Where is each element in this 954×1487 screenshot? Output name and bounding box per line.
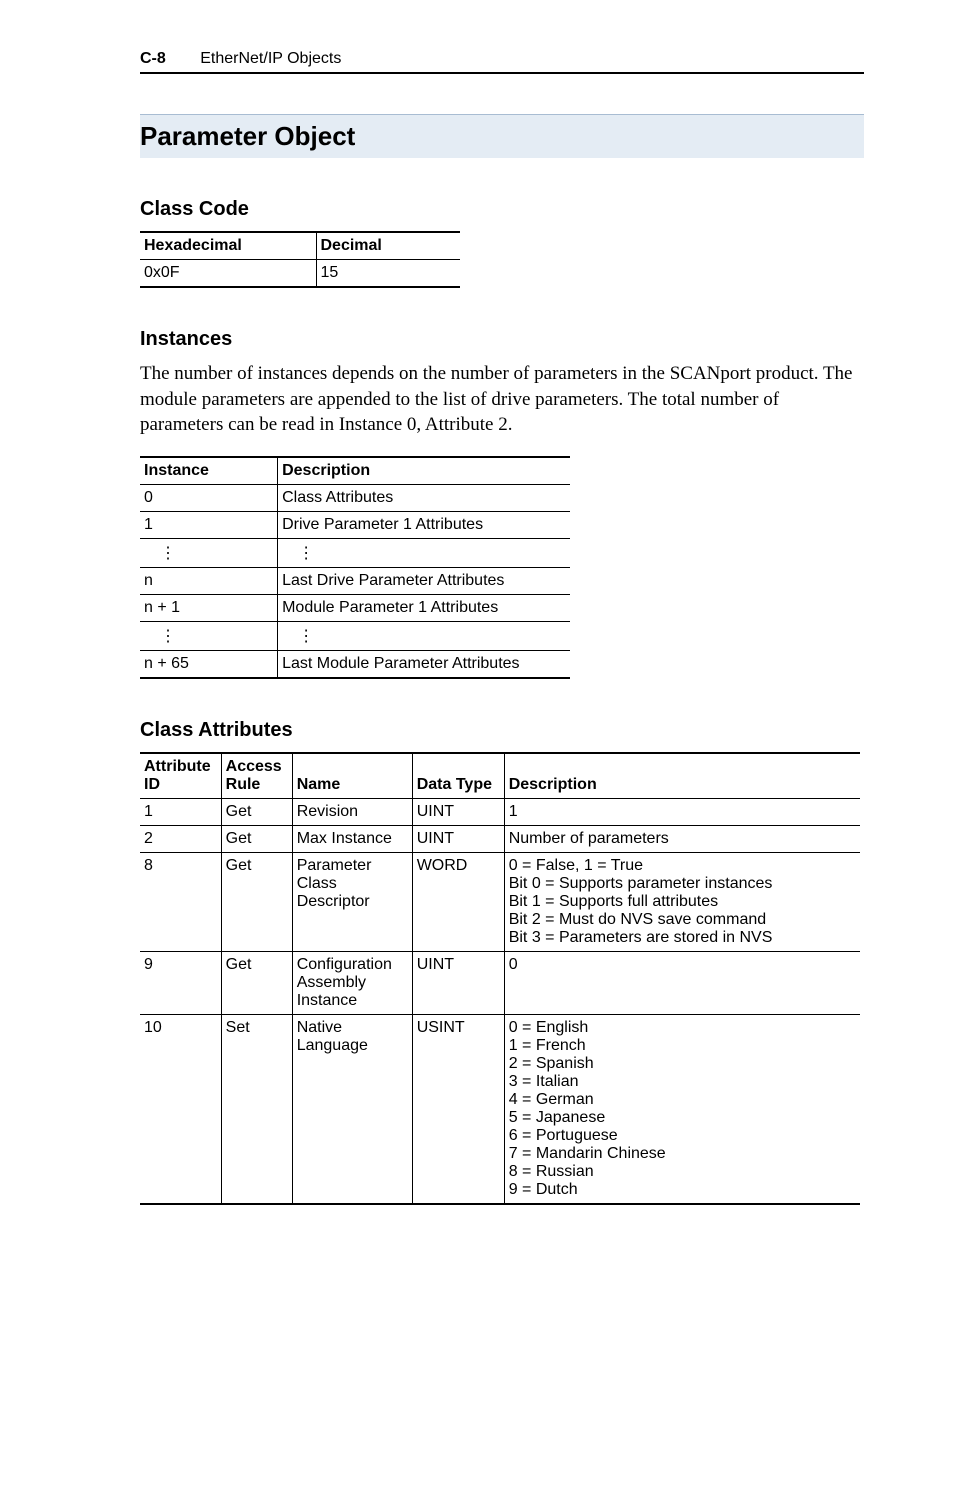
- page-number: C-8: [140, 50, 166, 67]
- instances-paragraph: The number of instances depends on the n…: [140, 361, 864, 438]
- col-description: Description: [504, 753, 860, 799]
- table-header-row: Instance Description: [140, 457, 570, 485]
- instances-table: Instance Description 0 Class Attributes …: [140, 456, 570, 679]
- col-attr-id: Attribute ID: [140, 753, 221, 799]
- section-title-bar: Parameter Object: [140, 114, 864, 158]
- class-attributes-table: Attribute ID Access Rule Name Data Type …: [140, 752, 860, 1205]
- table-row: 10 Set Native Language USINT 0 = English…: [140, 1014, 860, 1204]
- section-title: Parameter Object: [140, 121, 864, 152]
- class-code-table: Hexadecimal Decimal 0x0F 15: [140, 231, 460, 288]
- class-code-heading: Class Code: [140, 198, 864, 221]
- table-row: 0x0F 15: [140, 260, 460, 288]
- table-row: 9 Get Configuration Assembly Instance UI…: [140, 951, 860, 1014]
- col-access-rule: Access Rule: [221, 753, 292, 799]
- class-attributes-heading: Class Attributes: [140, 719, 864, 742]
- col-dec: Decimal: [316, 232, 460, 260]
- instances-heading: Instances: [140, 328, 864, 351]
- table-header-row: Attribute ID Access Rule Name Data Type …: [140, 753, 860, 799]
- col-name: Name: [292, 753, 412, 799]
- running-header: C-8 EtherNet/IP Objects: [140, 50, 864, 68]
- table-row: 1 Get Revision UINT 1: [140, 798, 860, 825]
- header-rule: [140, 72, 864, 74]
- table-row: n + 65 Last Module Parameter Attributes: [140, 650, 570, 678]
- col-instance: Instance: [140, 457, 278, 485]
- table-row: 0 Class Attributes: [140, 484, 570, 511]
- table-row: ⋮ ⋮: [140, 538, 570, 567]
- col-data-type: Data Type: [412, 753, 504, 799]
- table-row: n + 1 Module Parameter 1 Attributes: [140, 594, 570, 621]
- table-header-row: Hexadecimal Decimal: [140, 232, 460, 260]
- table-row: 8 Get Parameter Class Descriptor WORD 0 …: [140, 852, 860, 951]
- chapter-title: EtherNet/IP Objects: [200, 50, 341, 67]
- col-hex: Hexadecimal: [140, 232, 316, 260]
- table-row: 2 Get Max Instance UINT Number of parame…: [140, 825, 860, 852]
- class-code-block: Class Code Hexadecimal Decimal 0x0F 15: [140, 198, 864, 288]
- class-attributes-block: Class Attributes Attribute ID Access Rul…: [140, 719, 864, 1205]
- table-row: n Last Drive Parameter Attributes: [140, 567, 570, 594]
- cell-hex: 0x0F: [140, 260, 316, 288]
- instances-block: Instances The number of instances depend…: [140, 328, 864, 679]
- table-row: ⋮ ⋮: [140, 621, 570, 650]
- table-row: 1 Drive Parameter 1 Attributes: [140, 511, 570, 538]
- col-description: Description: [278, 457, 570, 485]
- cell-dec: 15: [316, 260, 460, 288]
